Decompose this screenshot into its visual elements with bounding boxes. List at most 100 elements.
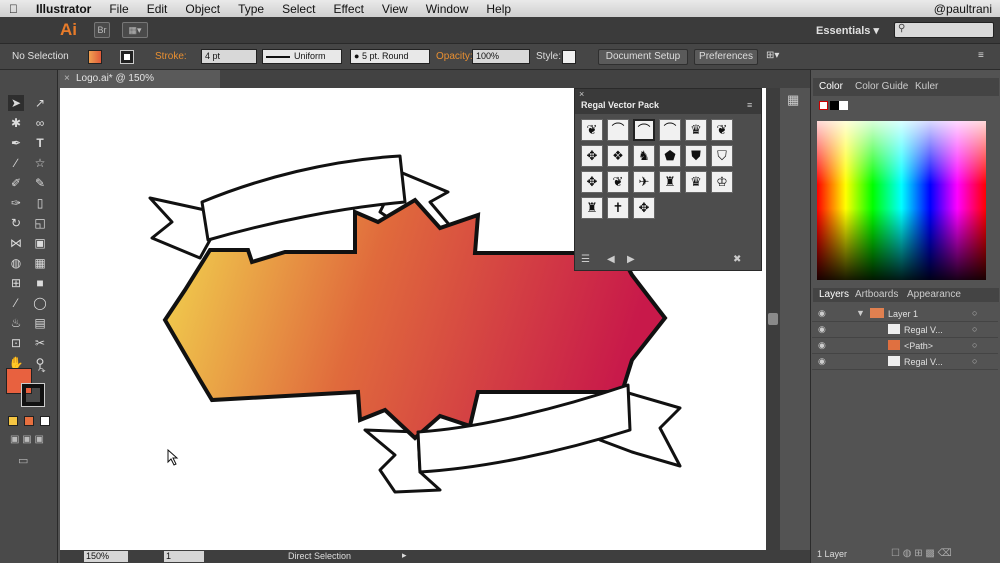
- symbol-thumbnail[interactable]: ⛊: [685, 145, 707, 167]
- variable-width-profile[interactable]: Uniform: [262, 49, 342, 64]
- symbol-thumbnail[interactable]: ♜: [659, 171, 681, 193]
- target-circle-icon[interactable]: ○: [972, 356, 977, 366]
- status-tool[interactable]: Direct Selection: [288, 551, 351, 561]
- gradient-tool-icon[interactable]: ■: [32, 275, 48, 291]
- symbol-thumbnail[interactable]: ✥: [581, 145, 603, 167]
- artboard-number-field[interactable]: 1: [164, 551, 204, 562]
- menu-type[interactable]: Type: [229, 2, 273, 16]
- layer-row[interactable]: ◉ Regal V... ○: [812, 322, 998, 338]
- menu-view[interactable]: View: [373, 2, 417, 16]
- target-circle-icon[interactable]: ○: [972, 308, 977, 318]
- direct-selection-tool-icon[interactable]: ↗: [32, 95, 48, 111]
- stroke-swatch[interactable]: [120, 50, 134, 64]
- panel-menu-icon[interactable]: ≡: [978, 50, 984, 61]
- break-link-icon[interactable]: ✖: [733, 254, 741, 265]
- style-swatch[interactable]: [562, 50, 576, 64]
- menu-select[interactable]: Select: [273, 2, 324, 16]
- menu-help[interactable]: Help: [477, 2, 520, 16]
- document-tab[interactable]: × Logo.ai* @ 150% (CMYK/Preview): [60, 70, 220, 102]
- blob-brush-icon[interactable]: ✑: [8, 195, 24, 211]
- visibility-eye-icon[interactable]: ◉: [818, 356, 826, 367]
- previous-library-icon[interactable]: ◀: [607, 254, 615, 265]
- next-library-icon[interactable]: ▶: [627, 254, 635, 265]
- slice-tool-icon[interactable]: ✂: [32, 335, 48, 351]
- tab-kuler[interactable]: Kuler: [915, 81, 938, 92]
- menu-window[interactable]: Window: [417, 2, 478, 16]
- rotate-tool-icon[interactable]: ↻: [8, 215, 24, 231]
- symbol-thumbnail[interactable]: ❦: [581, 119, 603, 141]
- symbol-thumbnail[interactable]: ♔: [711, 171, 733, 193]
- swap-colors-icon[interactable]: ↷: [38, 366, 46, 377]
- magic-wand-icon[interactable]: ✱: [8, 115, 24, 131]
- status-arrow-icon[interactable]: ▸: [402, 550, 407, 561]
- stroke-label[interactable]: Stroke:: [155, 51, 187, 62]
- visibility-eye-icon[interactable]: ◉: [818, 324, 826, 335]
- symbol-thumbnail[interactable]: ❖: [607, 145, 629, 167]
- panel-menu-icon[interactable]: ≡: [747, 100, 752, 110]
- none-swatch[interactable]: [819, 101, 828, 110]
- symbol-thumbnail[interactable]: ❦: [711, 119, 733, 141]
- workspace-switcher[interactable]: Essentials ▾: [816, 24, 879, 37]
- symbol-sprayer-icon[interactable]: ♨: [8, 315, 24, 331]
- opacity-field[interactable]: 100%: [472, 49, 530, 64]
- eyedropper-icon[interactable]: ⁄: [8, 295, 24, 311]
- scroll-thumb[interactable]: [768, 313, 778, 325]
- symbol-thumbnail[interactable]: ❦: [607, 171, 629, 193]
- screen-mode-icon[interactable]: ▭: [18, 454, 28, 467]
- selection-tool-icon[interactable]: ➤: [8, 95, 24, 111]
- layer-name[interactable]: Layer 1: [888, 309, 918, 319]
- pen-tool-icon[interactable]: ✒: [8, 135, 24, 151]
- shape-builder-icon[interactable]: ◍: [8, 255, 24, 271]
- symbol-thumbnail[interactable]: ⬟: [659, 145, 681, 167]
- preferences-button[interactable]: Preferences: [694, 49, 758, 65]
- layer-name[interactable]: Regal V...: [904, 325, 943, 335]
- symbol-thumbnail[interactable]: ♜: [581, 197, 603, 219]
- tab-color[interactable]: Color: [819, 81, 843, 92]
- white-swatch[interactable]: [839, 101, 848, 110]
- tab-layers[interactable]: Layers: [819, 289, 849, 300]
- none-mode-button[interactable]: [40, 416, 50, 426]
- paintbrush-icon[interactable]: ✐: [8, 175, 24, 191]
- width-tool-icon[interactable]: ⋈: [8, 235, 24, 251]
- scale-tool-icon[interactable]: ◱: [32, 215, 48, 231]
- app-name[interactable]: Illustrator: [27, 2, 100, 16]
- bridge-button[interactable]: Br: [94, 22, 110, 38]
- gradient-mode-button[interactable]: [24, 416, 34, 426]
- layer-name[interactable]: Regal V...: [904, 357, 943, 367]
- menu-edit[interactable]: Edit: [138, 2, 177, 16]
- tab-appearance[interactable]: Appearance: [907, 289, 961, 300]
- graph-tool-icon[interactable]: ▤: [32, 315, 48, 331]
- expand-triangle-icon[interactable]: ▼: [856, 308, 865, 318]
- library-menu-icon[interactable]: ☰: [581, 254, 590, 265]
- search-input[interactable]: ⚲: [894, 22, 994, 38]
- panel-titlebar[interactable]: × Regal Vector Pack ≡: [575, 89, 761, 114]
- visibility-eye-icon[interactable]: ◉: [818, 340, 826, 351]
- tab-color-guide[interactable]: Color Guide: [855, 81, 908, 92]
- zoom-field[interactable]: 150%: [84, 551, 128, 562]
- type-tool-icon[interactable]: T: [32, 135, 48, 151]
- layer-actions-icon[interactable]: ☐ ◍ ⊞ ▩ ⌫: [891, 548, 952, 559]
- menu-file[interactable]: File: [100, 2, 137, 16]
- symbol-thumbnail[interactable]: ♛: [685, 171, 707, 193]
- layer-row[interactable]: ◉ Regal V... ○: [812, 354, 998, 370]
- opacity-label[interactable]: Opacity:: [436, 51, 473, 62]
- symbol-thumbnail[interactable]: ⌒: [659, 119, 681, 141]
- draw-mode-icon[interactable]: ▣ ▣ ▣: [10, 434, 44, 445]
- mesh-tool-icon[interactable]: ⊞: [8, 275, 24, 291]
- symbol-thumbnail[interactable]: ✥: [581, 171, 603, 193]
- arrange-documents-button[interactable]: ▦▾: [122, 22, 148, 38]
- menu-object[interactable]: Object: [176, 2, 229, 16]
- symbol-thumbnail[interactable]: ✈: [633, 171, 655, 193]
- pencil-icon[interactable]: ✎: [32, 175, 48, 191]
- document-setup-button[interactable]: Document Setup: [598, 49, 688, 65]
- eraser-icon[interactable]: ▯: [32, 195, 48, 211]
- free-transform-icon[interactable]: ▣: [32, 235, 48, 251]
- target-circle-icon[interactable]: ○: [972, 340, 977, 350]
- symbol-thumbnail[interactable]: ⌒: [633, 119, 655, 141]
- stroke-weight-field[interactable]: 4 pt: [201, 49, 257, 64]
- symbol-thumbnail[interactable]: ✝: [607, 197, 629, 219]
- apple-icon[interactable]: : [0, 2, 27, 16]
- user-name[interactable]: @paultrani: [925, 2, 1000, 16]
- visibility-eye-icon[interactable]: ◉: [818, 308, 826, 319]
- symbol-thumbnail[interactable]: ♞: [633, 145, 655, 167]
